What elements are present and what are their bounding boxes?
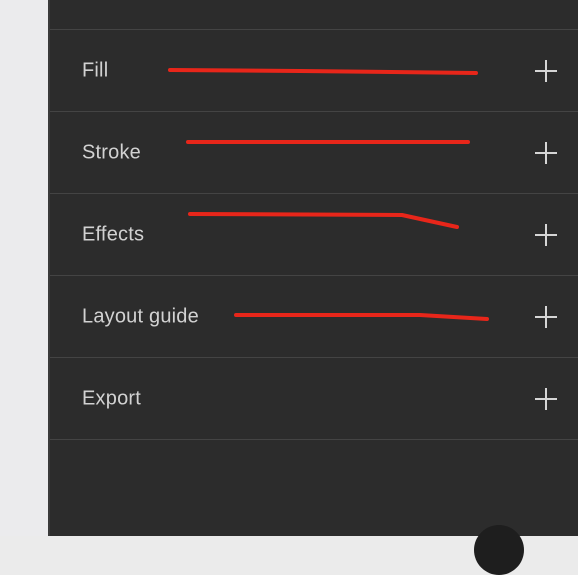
add-stroke-button[interactable] xyxy=(528,135,564,171)
stroke-section: Stroke xyxy=(50,112,578,194)
add-layout-guide-button[interactable] xyxy=(528,299,564,335)
export-section-label: Export xyxy=(82,387,142,409)
help-button[interactable] xyxy=(474,525,524,575)
canvas-area xyxy=(0,0,48,536)
plus-icon xyxy=(535,305,557,328)
plus-icon xyxy=(535,141,557,164)
add-fill-button[interactable] xyxy=(528,53,564,89)
design-properties-panel: Fill Stroke Effects Layout guide Export xyxy=(48,0,578,536)
effects-section-label: Effects xyxy=(82,223,145,245)
add-effect-button[interactable] xyxy=(528,217,564,253)
stroke-section-label: Stroke xyxy=(82,141,142,163)
fill-section-label: Fill xyxy=(82,59,109,81)
plus-icon xyxy=(535,59,557,82)
layout-guide-section: Layout guide xyxy=(50,276,578,358)
effects-section: Effects xyxy=(50,194,578,276)
add-export-button[interactable] xyxy=(528,381,564,417)
export-section: Export xyxy=(50,358,578,440)
previous-section-footer xyxy=(50,0,578,30)
plus-icon xyxy=(535,223,557,246)
fill-section: Fill xyxy=(50,30,578,112)
layout-guide-section-label: Layout guide xyxy=(82,305,199,327)
plus-icon xyxy=(535,387,557,410)
